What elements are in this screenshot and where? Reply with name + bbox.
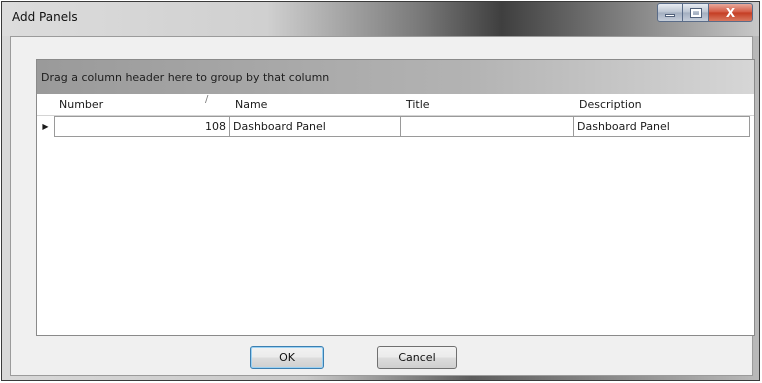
caption-buttons: X <box>657 3 753 22</box>
maximize-icon <box>689 7 702 18</box>
group-by-hint: Drag a column header here to group by th… <box>41 71 330 84</box>
cancel-button[interactable]: Cancel <box>377 346 457 369</box>
cell-description[interactable]: Dashboard Panel <box>574 116 750 137</box>
column-header-description[interactable]: Description <box>574 94 750 116</box>
table-row[interactable]: ▶ 108 Dashboard Panel Dashboard Panel <box>37 116 754 137</box>
column-header-name[interactable]: Name <box>230 94 401 116</box>
close-icon: X <box>725 5 736 20</box>
cell-number[interactable]: 108 <box>54 116 230 137</box>
dialog-window: Add Panels X Drag a column header here t… <box>1 1 760 381</box>
minimize-button[interactable] <box>657 3 683 22</box>
close-button[interactable]: X <box>709 3 753 22</box>
column-header-row: Number / Name Title Description <box>37 94 754 116</box>
maximize-button[interactable] <box>683 3 709 22</box>
group-by-panel[interactable]: Drag a column header here to group by th… <box>37 60 754 94</box>
column-header-title[interactable]: Title <box>401 94 574 116</box>
column-header-number[interactable]: Number <box>54 94 230 116</box>
title-bar[interactable]: Add Panels X <box>2 2 759 36</box>
dialog-client-area: Drag a column header here to group by th… <box>10 36 755 376</box>
ok-button[interactable]: OK <box>250 346 324 369</box>
cell-title[interactable] <box>401 116 574 137</box>
minimize-icon <box>665 14 675 17</box>
cell-name[interactable]: Dashboard Panel <box>230 116 401 137</box>
sort-icon: / <box>205 94 209 105</box>
panels-grid[interactable]: Drag a column header here to group by th… <box>36 59 755 336</box>
row-indicator-icon: ▶ <box>42 122 49 131</box>
window-title: Add Panels <box>12 10 78 24</box>
